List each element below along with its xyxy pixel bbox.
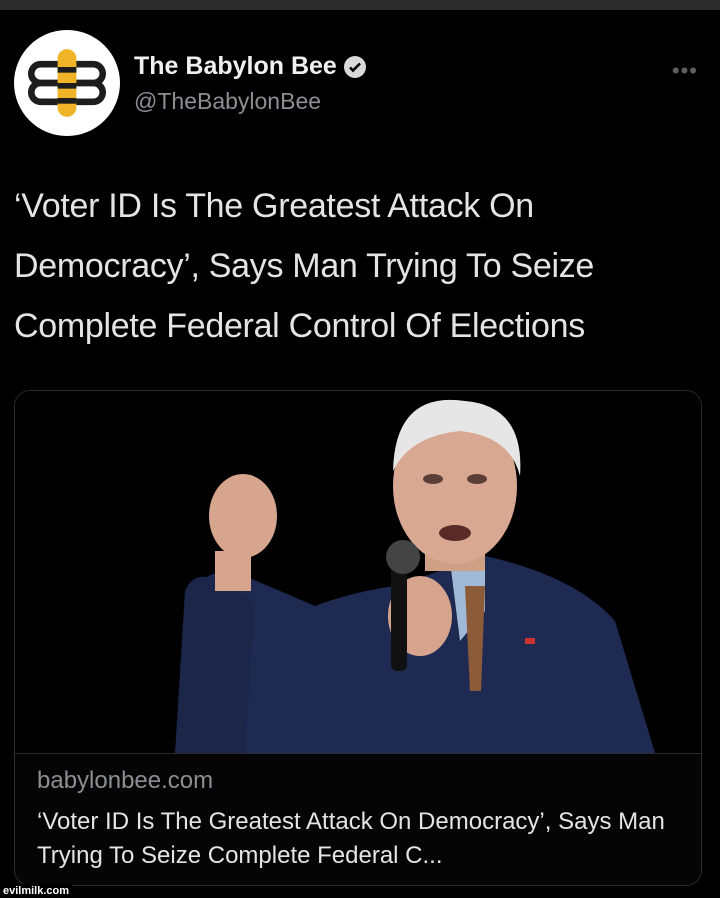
watermark: evilmilk.com (0, 884, 73, 898)
bee-logo-icon (23, 39, 111, 127)
top-border (0, 0, 720, 10)
speaker-photo (15, 391, 701, 753)
tweet-text: ‘Voter ID Is The Greatest Attack On Demo… (14, 187, 595, 345)
author-handle[interactable]: @TheBabylonBee (134, 88, 321, 115)
more-dots-icon[interactable]: ••• (672, 58, 698, 84)
author-name-text: The Babylon Bee (134, 52, 337, 80)
card-domain: babylonbee.com (37, 767, 214, 794)
card-title: ‘Voter ID Is The Greatest Attack On Demo… (37, 808, 665, 869)
avatar[interactable] (14, 30, 120, 136)
card-divider (15, 753, 701, 754)
verified-badge-icon (343, 55, 366, 78)
tweet-header: The Babylon Bee @TheBabylonBee ••• (14, 30, 706, 140)
link-card[interactable]: babylonbee.com ‘Voter ID Is The Greatest… (14, 390, 702, 886)
card-image[interactable] (15, 391, 701, 753)
author-name[interactable]: The Babylon Bee (134, 52, 367, 81)
